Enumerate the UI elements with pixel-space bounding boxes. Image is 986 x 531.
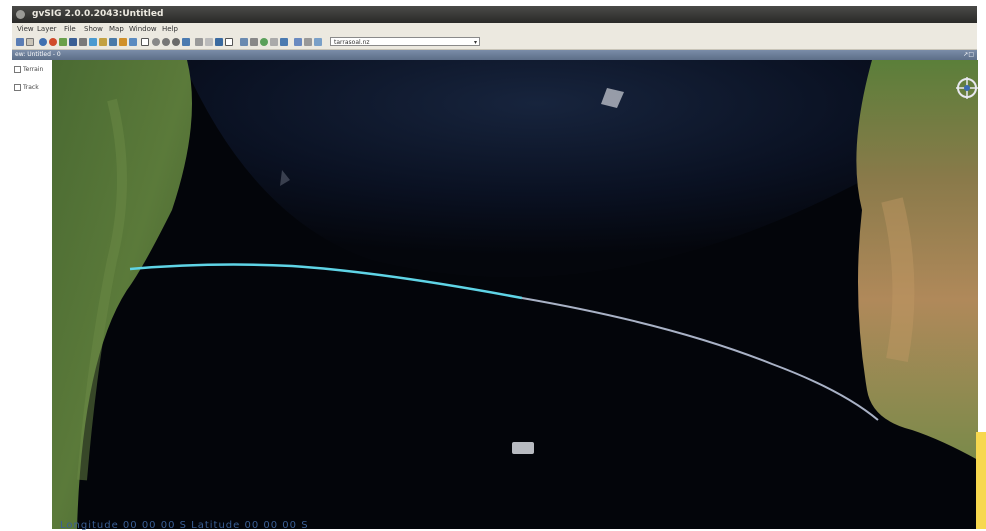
circle-icon[interactable]: [260, 38, 268, 46]
globe-icon[interactable]: [39, 38, 47, 46]
view-header: ew: Untitled - 0 ↗□: [12, 50, 977, 60]
zoom-layer-icon[interactable]: [182, 38, 190, 46]
zoom-in-icon[interactable]: [152, 38, 160, 46]
scale-value: tarrasoal.nz: [334, 39, 370, 46]
zoom-out-icon[interactable]: [162, 38, 170, 46]
select-icon[interactable]: [141, 38, 149, 46]
folder-icon[interactable]: [99, 38, 107, 46]
toc-item-label: Terrain: [23, 66, 44, 73]
menu-layer[interactable]: Layer: [37, 23, 57, 35]
menu-show[interactable]: Show: [84, 23, 103, 35]
menu-window[interactable]: Window: [129, 23, 157, 35]
export-icon[interactable]: [109, 38, 117, 46]
edit-icon[interactable]: [119, 38, 127, 46]
toolbar: tarrasoal.nz ▾: [12, 35, 977, 50]
legend-icon[interactable]: [314, 38, 322, 46]
menu-help[interactable]: Help: [162, 23, 178, 35]
pointer-tool-icon[interactable]: [129, 38, 137, 46]
toc-item-track[interactable]: Track: [14, 84, 39, 92]
table-of-contents: Terrain Track: [12, 60, 53, 529]
select-rect-icon[interactable]: [240, 38, 248, 46]
frame-icon[interactable]: [225, 38, 233, 46]
toc-item-terrain[interactable]: Terrain: [14, 66, 43, 74]
polygon-icon[interactable]: [280, 38, 288, 46]
pan-icon[interactable]: [79, 38, 87, 46]
line-icon[interactable]: [270, 38, 278, 46]
checkbox-icon[interactable]: [14, 66, 21, 73]
globe-render: [52, 60, 978, 529]
zoom-extent-icon[interactable]: [172, 38, 180, 46]
grid-icon[interactable]: [69, 38, 77, 46]
chevron-down-icon[interactable]: ▾: [474, 38, 477, 47]
menu-file[interactable]: File: [64, 23, 76, 35]
gvsig-window: gvSIG 2.0.0.2043:Untitled View Layer Fil…: [0, 0, 986, 531]
checkbox-icon[interactable]: [14, 84, 21, 91]
cloud-patch: [512, 442, 534, 454]
menu-map[interactable]: Map: [109, 23, 124, 35]
select-poly-icon[interactable]: [250, 38, 258, 46]
table-icon[interactable]: [215, 38, 223, 46]
measure-icon[interactable]: [205, 38, 213, 46]
view-title: ew: Untitled - 0: [15, 51, 61, 58]
menu-view[interactable]: View: [17, 23, 34, 35]
list-icon[interactable]: [304, 38, 312, 46]
pointer-icon[interactable]: [26, 38, 34, 46]
window-menu-icon[interactable]: [16, 10, 25, 19]
navigation-icon[interactable]: [195, 38, 203, 46]
info-icon[interactable]: [49, 38, 57, 46]
layers-icon[interactable]: [59, 38, 67, 46]
refresh-icon[interactable]: [89, 38, 97, 46]
menu-bar: View Layer File Show Map Window Help: [12, 23, 977, 35]
photo-icon[interactable]: [294, 38, 302, 46]
status-coordinates: Longitude 00 00 00 S Latitude 00 00 00 S: [60, 520, 309, 531]
yellow-corner-shape: [976, 432, 986, 529]
africa-land: [856, 60, 978, 460]
scale-combo[interactable]: tarrasoal.nz ▾: [330, 37, 480, 46]
window-title: gvSIG 2.0.0.2043:Untitled: [32, 9, 164, 19]
africa-desert-texture: [881, 197, 915, 363]
save-icon[interactable]: [16, 38, 24, 46]
toc-item-label: Track: [23, 84, 39, 91]
map-view[interactable]: [52, 60, 978, 529]
title-bar: gvSIG 2.0.0.2043:Untitled: [12, 6, 977, 23]
view-window-controls[interactable]: ↗□: [963, 50, 974, 60]
